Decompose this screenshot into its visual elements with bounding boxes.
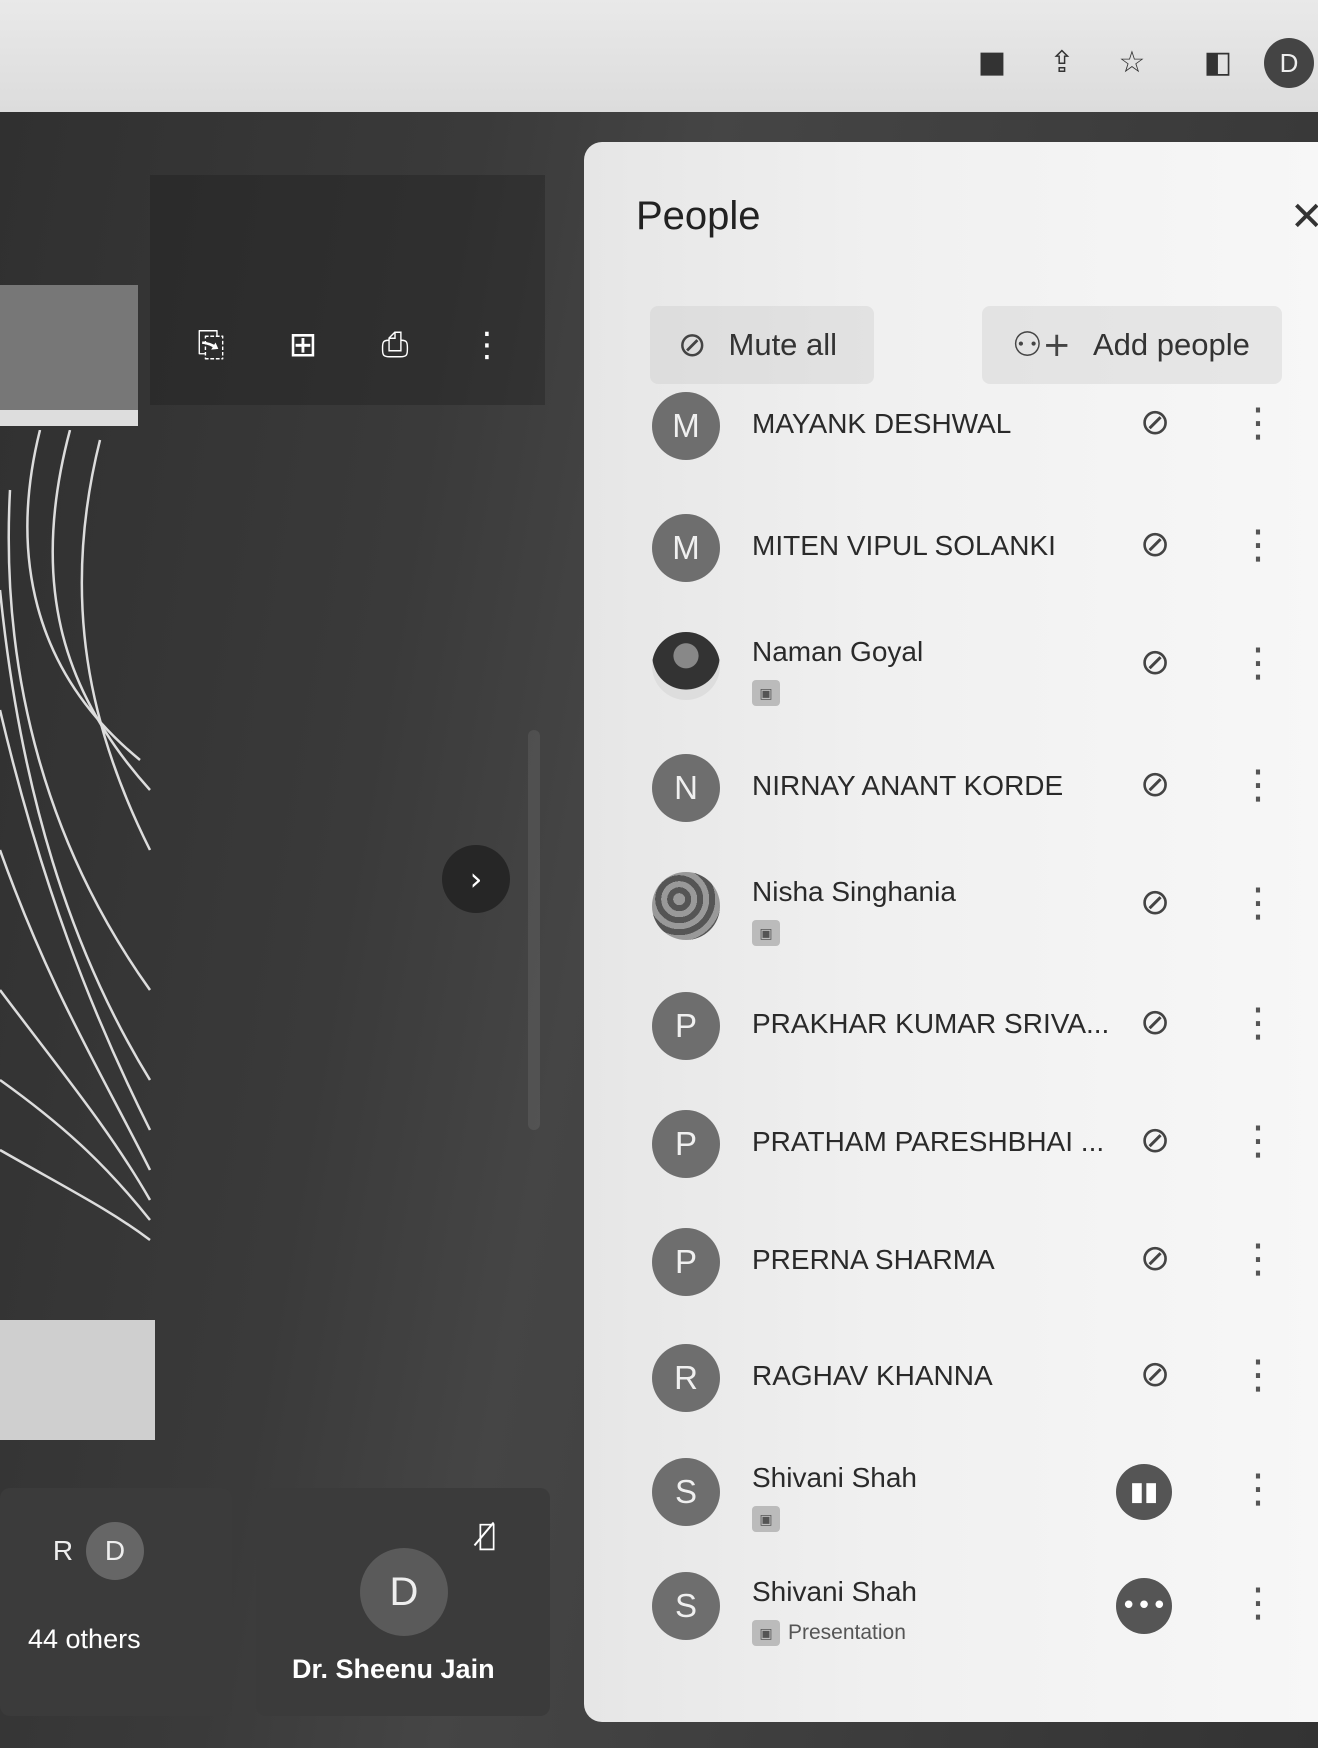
tile-label: 44 others: [28, 1624, 141, 1654]
share-icon[interactable]: ⇪: [1040, 40, 1084, 84]
browser-toolbar: ■ ⇪ ☆ ◧ D: [0, 0, 1318, 112]
participant-name: Shivani Shah: [752, 1576, 918, 1607]
mic-off-icon[interactable]: ⊘: [1140, 524, 1170, 565]
slide-panel: [0, 1320, 155, 1440]
participant-name: Nisha Singhania: [752, 876, 956, 907]
more-vertical-icon[interactable]: ⋮: [1238, 400, 1278, 446]
more-vertical-icon[interactable]: ⋮: [1238, 1580, 1278, 1626]
close-icon[interactable]: ✕: [1290, 194, 1318, 240]
avatar: [652, 872, 720, 940]
presentation-icon: ▣: [752, 680, 780, 706]
participant-row[interactable]: N NIRNAY ANANT KORDE ⊘ ⋮: [584, 742, 1318, 842]
panel-title: People: [636, 194, 761, 238]
avatar: R: [652, 1344, 720, 1412]
presentation-toolbar: [150, 175, 545, 405]
mic-off-icon[interactable]: ⊘: [1140, 764, 1170, 805]
add-people-label: Add people: [1092, 327, 1250, 362]
participant-row[interactable]: M MITEN VIPUL SOLANKI ⊘ ⋮: [584, 502, 1318, 602]
more-vertical-icon[interactable]: ⋮: [1238, 762, 1278, 808]
participant-name: PRERNA SHARMA: [752, 1244, 995, 1275]
subtitle-text: Presentation: [788, 1621, 906, 1644]
open-file-icon[interactable]: ⎘: [186, 320, 236, 370]
more-vertical-icon[interactable]: ⋮: [1238, 1352, 1278, 1398]
participant-row[interactable]: M MAYANK DESHWAL ⊘ ⋮: [584, 380, 1318, 480]
mic-off-icon[interactable]: ⊘: [1140, 642, 1170, 683]
profile-avatar[interactable]: D: [1264, 38, 1314, 88]
participant-name: PRAKHAR KUMAR SRIVA...: [752, 1008, 1110, 1039]
more-vertical-icon[interactable]: ⋮: [1238, 1000, 1278, 1046]
participant-name: NIRNAY ANANT KORDE: [752, 770, 1064, 801]
mic-off-icon[interactable]: ⊘: [1140, 1238, 1170, 1279]
slide-thumbnail: [0, 285, 138, 425]
mic-off-icon: 🎙̸: [478, 1518, 497, 1553]
more-vertical-icon[interactable]: ⋮: [1238, 1118, 1278, 1164]
more-vertical-icon[interactable]: ⋮: [1238, 1236, 1278, 1282]
avatar: S: [652, 1572, 720, 1640]
more-vertical-icon[interactable]: ⋮: [1238, 880, 1278, 926]
mic-off-icon: ⊘: [678, 325, 707, 365]
participant-row[interactable]: P PRERNA SHARMA ⊘ ⋮: [584, 1216, 1318, 1316]
avatar: M: [652, 392, 720, 460]
participant-row[interactable]: R RAGHAV KHANNA ⊘ ⋮: [584, 1332, 1318, 1432]
participant-name: RAGHAV KHANNA: [752, 1360, 993, 1391]
participant-subtitle: ▣: [752, 1506, 780, 1532]
chevron-right-icon[interactable]: ›: [442, 845, 510, 913]
participant-name: MITEN VIPUL SOLANKI: [752, 530, 1056, 561]
participant-row[interactable]: P PRAKHAR KUMAR SRIVA... ⊘ ⋮: [584, 980, 1318, 1080]
add-person-icon: ⚇+: [1012, 325, 1071, 365]
more-vertical-icon[interactable]: ⋮: [1238, 640, 1278, 686]
participant-subtitle: ▣: [752, 680, 780, 706]
audio-level-icon[interactable]: ▮▮: [1116, 1464, 1172, 1520]
presentation-icon: ▣: [752, 920, 780, 946]
print-icon[interactable]: ⎙: [370, 320, 420, 370]
add-people-button[interactable]: ⚇+ Add people: [982, 306, 1282, 384]
more-horizontal-icon[interactable]: •••: [1116, 1578, 1172, 1634]
others-tile[interactable]: R D 44 others: [0, 1488, 232, 1716]
presentation-icon: ▣: [752, 1506, 780, 1532]
tile-label: Dr. Sheenu Jain: [292, 1654, 495, 1684]
participant-subtitle: ▣ Presentation: [752, 1620, 906, 1646]
participant-subtitle: ▣: [752, 920, 780, 946]
people-panel: People ✕ ⊘ Mute all ⚇+ Add people M MAYAN…: [584, 142, 1318, 1722]
more-vertical-icon[interactable]: ⋮: [462, 320, 512, 370]
participant-name: MAYANK DESHWAL: [752, 408, 1012, 439]
mic-off-icon[interactable]: ⊘: [1140, 1002, 1170, 1043]
participant-row[interactable]: Nisha Singhania ▣ ⊘ ⋮: [584, 860, 1318, 960]
avatar: S: [652, 1458, 720, 1526]
participant-row[interactable]: S Shivani Shah ▣ Presentation ••• ⋮: [584, 1560, 1318, 1660]
avatar: P: [652, 992, 720, 1060]
participant-name: PRATHAM PARESHBHAI ...: [752, 1126, 1105, 1157]
avatar: [652, 632, 720, 700]
slide-contour-art: [0, 430, 152, 1242]
scrollbar[interactable]: [528, 730, 540, 1130]
participant-name: Shivani Shah: [752, 1462, 918, 1493]
more-vertical-icon[interactable]: ⋮: [1238, 522, 1278, 568]
mic-off-icon[interactable]: ⊘: [1140, 882, 1170, 923]
avatar: D: [86, 1522, 144, 1580]
more-vertical-icon[interactable]: ⋮: [1238, 1466, 1278, 1512]
avatar: R: [52, 1535, 74, 1566]
video-camera-icon[interactable]: ■: [970, 40, 1014, 84]
presentation-icon: ▣: [752, 1620, 780, 1646]
host-tile[interactable]: D Dr. Sheenu Jain: [256, 1488, 550, 1716]
star-icon[interactable]: ☆: [1110, 40, 1154, 84]
avatar: P: [652, 1228, 720, 1296]
participant-name: Naman Goyal: [752, 636, 924, 667]
mic-off-icon[interactable]: ⊘: [1140, 1120, 1170, 1161]
participant-row[interactable]: Naman Goyal ▣ ⊘ ⋮: [584, 620, 1318, 720]
avatar: P: [652, 1110, 720, 1178]
sidebar-icon[interactable]: ◧: [1196, 40, 1240, 84]
mic-off-icon[interactable]: ⊘: [1140, 1354, 1170, 1395]
avatar: D: [360, 1548, 448, 1636]
mic-off-icon[interactable]: ⊘: [1140, 402, 1170, 443]
slide-divider: [0, 410, 138, 426]
add-comment-icon[interactable]: ⊞: [278, 320, 328, 370]
avatar: N: [652, 754, 720, 822]
participant-row[interactable]: S Shivani Shah ▣ ▮▮ ⋮: [584, 1446, 1318, 1546]
mute-all-label: Mute all: [728, 327, 838, 362]
participant-row[interactable]: P PRATHAM PARESHBHAI ... ⊘ ⋮: [584, 1098, 1318, 1198]
avatar: M: [652, 514, 720, 582]
mute-all-button[interactable]: ⊘ Mute all: [650, 306, 874, 384]
